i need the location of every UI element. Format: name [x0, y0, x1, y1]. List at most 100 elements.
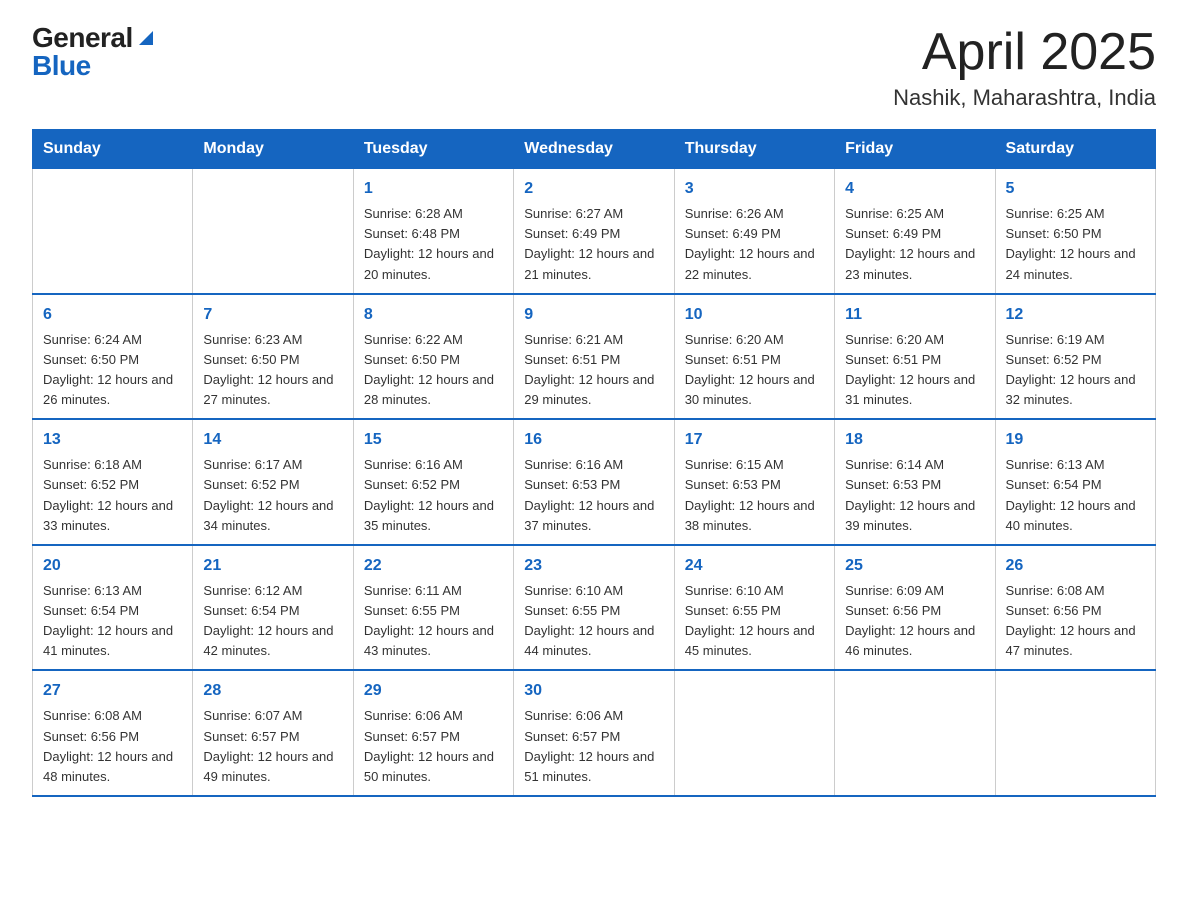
day-number: 23	[524, 554, 663, 578]
day-info: Sunrise: 6:27 AMSunset: 6:49 PMDaylight:…	[524, 204, 663, 285]
calendar-cell: 1 Sunrise: 6:28 AMSunset: 6:48 PMDaylight…	[353, 169, 513, 294]
calendar-cell: 18 Sunrise: 6:14 AMSunset: 6:53 PMDayligh…	[835, 419, 995, 545]
calendar-cell: 20Sunrise: 6:13 AMSunset: 6:54 PMDayligh…	[33, 545, 193, 671]
day-info: Sunrise: 6:21 AMSunset: 6:51 PMDaylight:…	[524, 330, 663, 411]
day-number: 28	[203, 679, 342, 703]
day-info: Sunrise: 6:26 AMSunset: 6:49 PMDaylight:…	[685, 204, 824, 285]
day-info: Sunrise: 6:25 AMSunset: 6:50 PMDaylight:…	[1006, 204, 1145, 285]
day-info: Sunrise: 6:19 AMSunset: 6:52 PMDaylight:…	[1006, 330, 1145, 411]
day-number: 27	[43, 679, 182, 703]
day-number: 4	[845, 177, 984, 201]
calendar-cell: 3 Sunrise: 6:26 AMSunset: 6:49 PMDaylight…	[674, 169, 834, 294]
day-number: 3	[685, 177, 824, 201]
day-number: 30	[524, 679, 663, 703]
calendar-cell	[835, 670, 995, 796]
calendar-cell: 15 Sunrise: 6:16 AMSunset: 6:52 PMDayligh…	[353, 419, 513, 545]
calendar-header-thursday: Thursday	[674, 130, 834, 169]
logo: General Blue	[32, 24, 157, 80]
day-info: Sunrise: 6:18 AMSunset: 6:52 PMDaylight:…	[43, 455, 182, 536]
day-info: Sunrise: 6:16 AMSunset: 6:53 PMDaylight:…	[524, 455, 663, 536]
day-number: 18	[845, 428, 984, 452]
day-info: Sunrise: 6:10 AMSunset: 6:55 PMDaylight:…	[524, 581, 663, 662]
calendar-cell	[193, 169, 353, 294]
calendar-cell: 23 Sunrise: 6:10 AMSunset: 6:55 PMDayligh…	[514, 545, 674, 671]
calendar-cell: 16Sunrise: 6:16 AMSunset: 6:53 PMDayligh…	[514, 419, 674, 545]
calendar-cell: 17 Sunrise: 6:15 AMSunset: 6:53 PMDayligh…	[674, 419, 834, 545]
calendar-table: SundayMondayTuesdayWednesdayThursdayFrid…	[32, 129, 1156, 797]
day-info: Sunrise: 6:16 AMSunset: 6:52 PMDaylight:…	[364, 455, 503, 536]
page-header: General Blue April 2025 Nashik, Maharash…	[32, 24, 1156, 111]
day-number: 11	[845, 303, 984, 327]
day-info: Sunrise: 6:14 AMSunset: 6:53 PMDaylight:…	[845, 455, 984, 536]
day-info: Sunrise: 6:13 AMSunset: 6:54 PMDaylight:…	[1006, 455, 1145, 536]
day-info: Sunrise: 6:06 AMSunset: 6:57 PMDaylight:…	[524, 706, 663, 787]
calendar-cell: 25Sunrise: 6:09 AMSunset: 6:56 PMDayligh…	[835, 545, 995, 671]
day-info: Sunrise: 6:10 AMSunset: 6:55 PMDaylight:…	[685, 581, 824, 662]
calendar-cell: 19 Sunrise: 6:13 AMSunset: 6:54 PMDayligh…	[995, 419, 1155, 545]
day-number: 13	[43, 428, 182, 452]
page-title: April 2025	[893, 24, 1156, 81]
day-number: 8	[364, 303, 503, 327]
calendar-cell: 8 Sunrise: 6:22 AMSunset: 6:50 PMDaylight…	[353, 294, 513, 420]
calendar-cell: 21Sunrise: 6:12 AMSunset: 6:54 PMDayligh…	[193, 545, 353, 671]
calendar-cell: 26 Sunrise: 6:08 AMSunset: 6:56 PMDayligh…	[995, 545, 1155, 671]
calendar-cell: 22 Sunrise: 6:11 AMSunset: 6:55 PMDayligh…	[353, 545, 513, 671]
calendar-cell: 5 Sunrise: 6:25 AMSunset: 6:50 PMDaylight…	[995, 169, 1155, 294]
calendar-cell: 24Sunrise: 6:10 AMSunset: 6:55 PMDayligh…	[674, 545, 834, 671]
calendar-cell: 29Sunrise: 6:06 AMSunset: 6:57 PMDayligh…	[353, 670, 513, 796]
day-info: Sunrise: 6:11 AMSunset: 6:55 PMDaylight:…	[364, 581, 503, 662]
calendar-cell: 13 Sunrise: 6:18 AMSunset: 6:52 PMDayligh…	[33, 419, 193, 545]
calendar-header-sunday: Sunday	[33, 130, 193, 169]
day-info: Sunrise: 6:17 AMSunset: 6:52 PMDaylight:…	[203, 455, 342, 536]
day-info: Sunrise: 6:12 AMSunset: 6:54 PMDaylight:…	[203, 581, 342, 662]
calendar-cell: 9 Sunrise: 6:21 AMSunset: 6:51 PMDaylight…	[514, 294, 674, 420]
day-number: 17	[685, 428, 824, 452]
logo-general-text: General	[32, 24, 133, 52]
day-number: 20	[43, 554, 182, 578]
day-number: 26	[1006, 554, 1145, 578]
calendar-cell: 28Sunrise: 6:07 AMSunset: 6:57 PMDayligh…	[193, 670, 353, 796]
calendar-cell: 12 Sunrise: 6:19 AMSunset: 6:52 PMDayligh…	[995, 294, 1155, 420]
calendar-week-row: 27Sunrise: 6:08 AMSunset: 6:56 PMDayligh…	[33, 670, 1156, 796]
day-info: Sunrise: 6:24 AMSunset: 6:50 PMDaylight:…	[43, 330, 182, 411]
calendar-cell	[33, 169, 193, 294]
calendar-cell: 6 Sunrise: 6:24 AMSunset: 6:50 PMDaylight…	[33, 294, 193, 420]
day-number: 22	[364, 554, 503, 578]
day-number: 2	[524, 177, 663, 201]
calendar-cell	[995, 670, 1155, 796]
day-number: 10	[685, 303, 824, 327]
calendar-cell: 4 Sunrise: 6:25 AMSunset: 6:49 PMDaylight…	[835, 169, 995, 294]
day-number: 5	[1006, 177, 1145, 201]
day-info: Sunrise: 6:23 AMSunset: 6:50 PMDaylight:…	[203, 330, 342, 411]
day-info: Sunrise: 6:20 AMSunset: 6:51 PMDaylight:…	[685, 330, 824, 411]
logo-triangle-icon	[135, 27, 157, 49]
day-number: 12	[1006, 303, 1145, 327]
calendar-week-row: 20Sunrise: 6:13 AMSunset: 6:54 PMDayligh…	[33, 545, 1156, 671]
day-number: 15	[364, 428, 503, 452]
calendar-body: 1 Sunrise: 6:28 AMSunset: 6:48 PMDaylight…	[33, 169, 1156, 796]
day-number: 14	[203, 428, 342, 452]
day-info: Sunrise: 6:22 AMSunset: 6:50 PMDaylight:…	[364, 330, 503, 411]
day-info: Sunrise: 6:15 AMSunset: 6:53 PMDaylight:…	[685, 455, 824, 536]
calendar-header-row: SundayMondayTuesdayWednesdayThursdayFrid…	[33, 130, 1156, 169]
day-number: 7	[203, 303, 342, 327]
day-info: Sunrise: 6:08 AMSunset: 6:56 PMDaylight:…	[1006, 581, 1145, 662]
calendar-cell: 14 Sunrise: 6:17 AMSunset: 6:52 PMDayligh…	[193, 419, 353, 545]
calendar-header-tuesday: Tuesday	[353, 130, 513, 169]
page-subtitle: Nashik, Maharashtra, India	[893, 85, 1156, 111]
logo-blue-text: Blue	[32, 52, 91, 80]
day-number: 19	[1006, 428, 1145, 452]
calendar-header-monday: Monday	[193, 130, 353, 169]
calendar-cell	[674, 670, 834, 796]
day-info: Sunrise: 6:25 AMSunset: 6:49 PMDaylight:…	[845, 204, 984, 285]
day-number: 6	[43, 303, 182, 327]
calendar-cell: 11Sunrise: 6:20 AMSunset: 6:51 PMDayligh…	[835, 294, 995, 420]
calendar-cell: 2 Sunrise: 6:27 AMSunset: 6:49 PMDaylight…	[514, 169, 674, 294]
day-number: 9	[524, 303, 663, 327]
day-number: 1	[364, 177, 503, 201]
day-info: Sunrise: 6:28 AMSunset: 6:48 PMDaylight:…	[364, 204, 503, 285]
calendar-cell: 10 Sunrise: 6:20 AMSunset: 6:51 PMDayligh…	[674, 294, 834, 420]
calendar-header-friday: Friday	[835, 130, 995, 169]
day-info: Sunrise: 6:06 AMSunset: 6:57 PMDaylight:…	[364, 706, 503, 787]
calendar-week-row: 1 Sunrise: 6:28 AMSunset: 6:48 PMDaylight…	[33, 169, 1156, 294]
